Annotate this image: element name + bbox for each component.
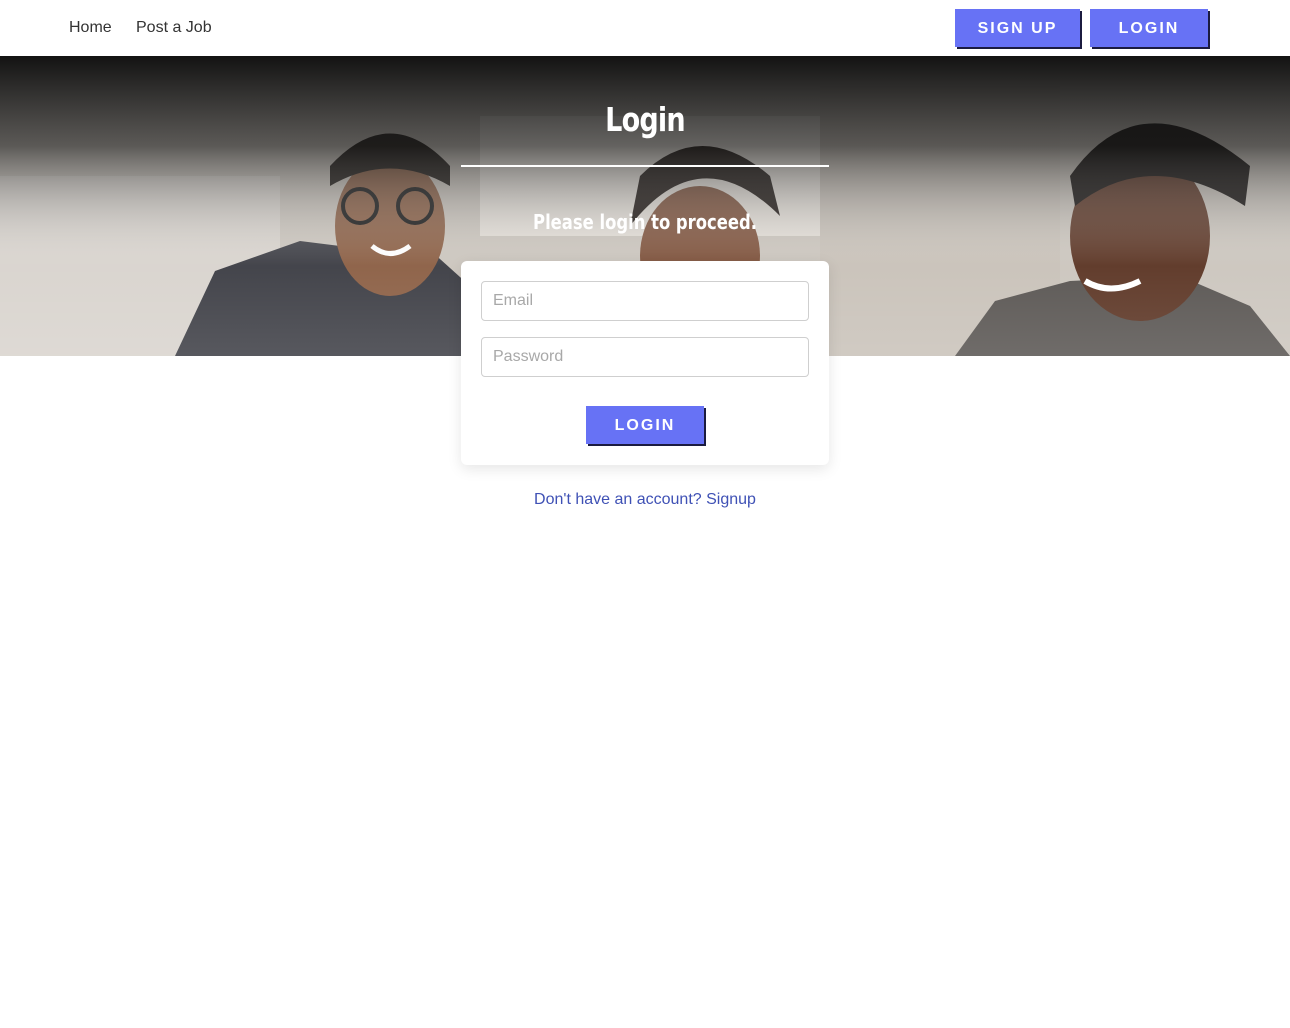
signup-button[interactable]: SIGN UP: [955, 9, 1080, 47]
password-field[interactable]: [481, 337, 809, 377]
page-title: Login: [605, 100, 685, 139]
email-field[interactable]: [481, 281, 809, 321]
page-subtitle: Please login to proceed.: [533, 210, 757, 234]
login-submit-button[interactable]: LOGIN: [586, 406, 704, 444]
signup-link[interactable]: Don't have an account? Signup: [0, 491, 1290, 509]
login-form-card: LOGIN: [461, 261, 829, 465]
nav-home-link[interactable]: Home: [69, 18, 112, 38]
login-nav-button[interactable]: LOGIN: [1090, 9, 1208, 47]
title-divider: [461, 165, 829, 167]
top-navbar: Home Post a Job SIGN UP LOGIN: [0, 0, 1290, 56]
nav-post-job-link[interactable]: Post a Job: [136, 18, 212, 38]
